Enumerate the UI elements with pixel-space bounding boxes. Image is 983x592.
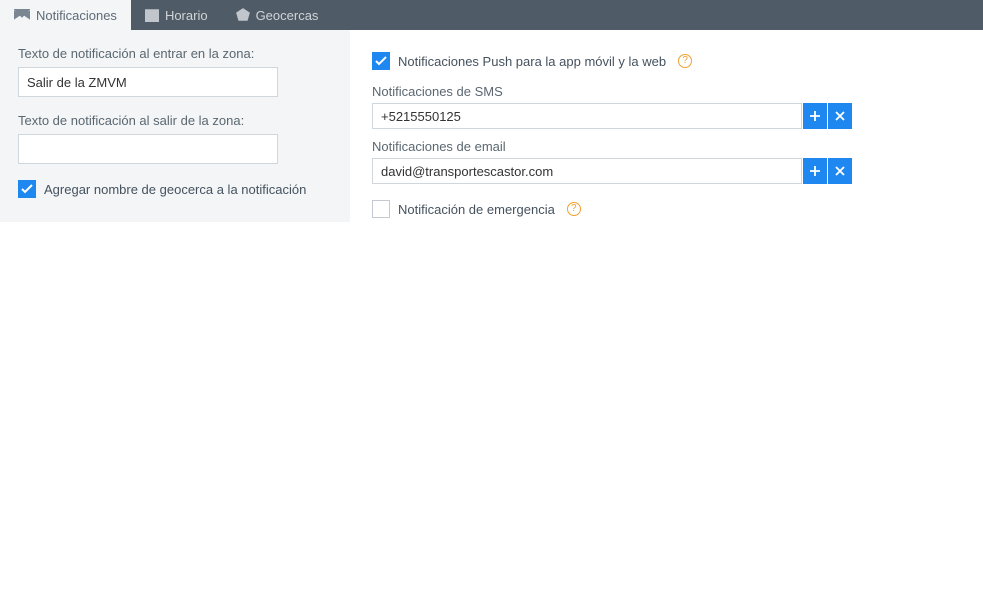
email-label: Notificaciones de email [372,139,852,154]
right-column: Notificaciones Push para la app móvil y … [350,30,983,222]
sms-add-button[interactable] [803,103,827,129]
exit-zone-label: Texto de notificación al salir de la zon… [18,113,332,128]
emergency-label: Notificación de emergencia [398,202,555,217]
close-icon [834,165,846,177]
left-column: Texto de notificación al entrar en la zo… [0,30,350,222]
tab-notifications[interactable]: Notificaciones [0,0,131,30]
enter-zone-label: Texto de notificación al entrar en la zo… [18,46,332,61]
plus-icon [809,165,821,177]
tab-content: Texto de notificación al entrar en la zo… [0,30,983,222]
tab-schedule-label: Horario [165,8,208,23]
append-geofence-checkbox[interactable] [18,180,36,198]
help-icon[interactable]: ? [567,202,581,216]
append-geofence-label: Agregar nombre de geocerca a la notifica… [44,182,306,197]
email-input[interactable] [372,158,802,184]
exit-zone-input[interactable] [18,134,278,164]
email-add-button[interactable] [803,158,827,184]
plus-icon [809,110,821,122]
sms-remove-button[interactable] [828,103,852,129]
tab-geofences-label: Geocercas [256,8,319,23]
tab-notifications-label: Notificaciones [36,8,117,23]
email-remove-button[interactable] [828,158,852,184]
enter-zone-input[interactable] [18,67,278,97]
sms-label: Notificaciones de SMS [372,84,852,99]
sms-input[interactable] [372,103,802,129]
notifications-icon [14,9,30,21]
push-notifications-label: Notificaciones Push para la app móvil y … [398,54,666,69]
emergency-checkbox[interactable] [372,200,390,218]
push-notifications-checkbox[interactable] [372,52,390,70]
close-icon [834,110,846,122]
geofence-icon [236,8,250,22]
help-icon[interactable]: ? [678,54,692,68]
tab-geofences[interactable]: Geocercas [222,0,333,30]
tab-schedule[interactable]: Horario [131,0,222,30]
tab-bar: Notificaciones Horario Geocercas [0,0,983,30]
calendar-icon [145,8,159,22]
